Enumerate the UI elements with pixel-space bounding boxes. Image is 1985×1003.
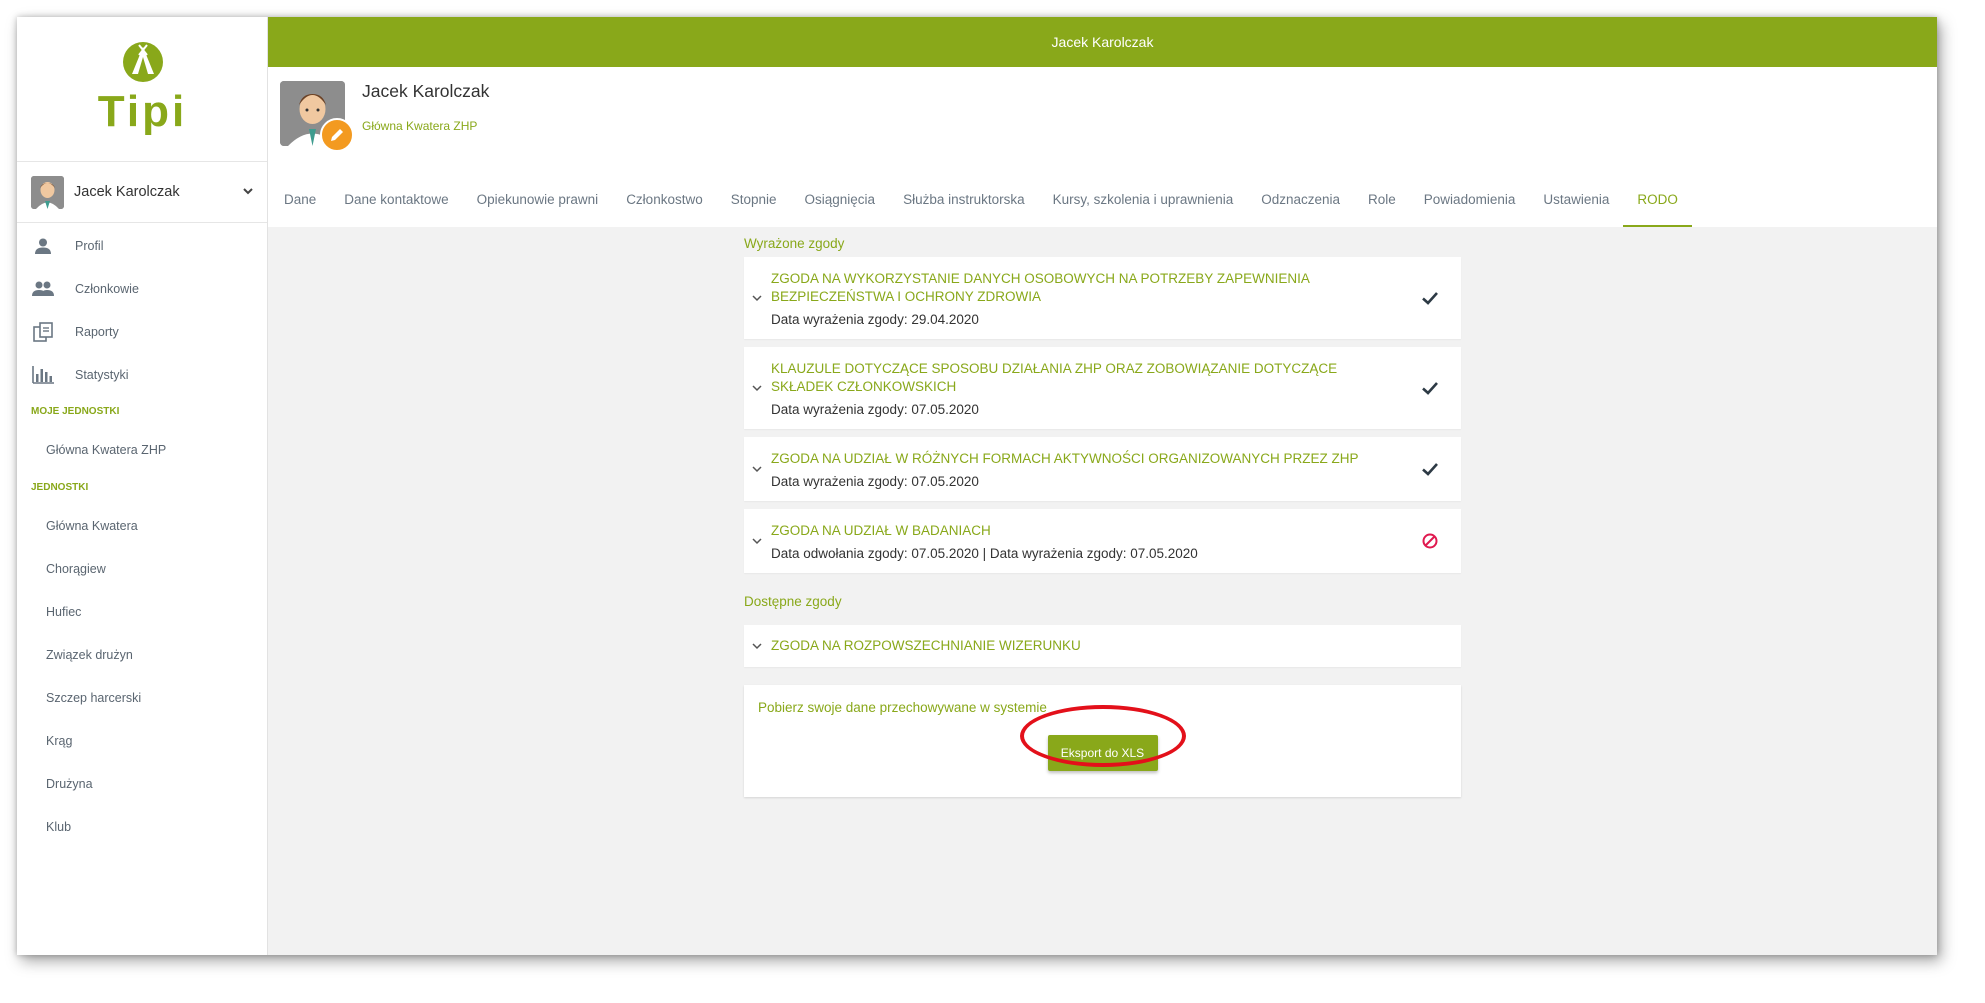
consent-title: ZGODA NA UDZIAŁ W BADANIACH [771, 523, 991, 538]
consent-date: Data wyrażenia zgody: 29.04.2020 [771, 312, 979, 327]
nav-item-label: Profil [75, 238, 104, 253]
tab-role[interactable]: Role [1354, 172, 1410, 227]
nav-item-profil[interactable]: Profil [17, 224, 267, 267]
unit-item[interactable]: Drużyna [17, 763, 267, 806]
unit-item[interactable]: Hufiec [17, 591, 267, 634]
check-icon [1422, 463, 1438, 476]
sidebar: Tipi Jacek Karolczak Profil Członkowie R… [17, 17, 268, 955]
tab-ustawienia[interactable]: Ustawienia [1529, 172, 1623, 227]
chevron-down-icon[interactable] [241, 184, 255, 198]
my-units-header: MOJE JEDNOSTKI [31, 406, 120, 417]
reports-icon [31, 320, 55, 344]
rodo-content: Wyrażone zgody ZGODA NA WYKORZYSTANIE DA… [744, 227, 1461, 797]
main-nav: Profil Członkowie Raporty Statystyki [17, 223, 267, 396]
export-button-wrapper: Eksport do XLS [1019, 705, 1186, 771]
tipi-logo-icon [123, 42, 163, 82]
tab-rodo[interactable]: RODO [1623, 172, 1692, 227]
export-description: Pobierz swoje dane przechowywane w syste… [758, 700, 1047, 715]
consent-item[interactable]: ZGODA NA ROZPOWSZECHNIANIE WIZERUNKU [744, 625, 1461, 667]
pencil-icon [331, 129, 343, 141]
tab-sluzba-instruktorska[interactable]: Służba instruktorska [889, 172, 1039, 227]
available-consents-title: Dostępne zgody [744, 594, 842, 609]
consent-date: Data wyrażenia zgody: 07.05.2020 [771, 474, 979, 489]
nav-item-statystyki[interactable]: Statystyki [17, 353, 267, 396]
app-window: Tipi Jacek Karolczak Profil Członkowie R… [17, 17, 1937, 955]
chevron-down-icon[interactable] [752, 384, 762, 392]
chevron-down-icon[interactable] [752, 537, 762, 545]
check-icon [1422, 292, 1438, 305]
profile-name: Jacek Karolczak [362, 81, 490, 101]
profile-unit-link[interactable]: Główna Kwatera ZHP [362, 119, 477, 133]
chevron-down-icon[interactable] [752, 642, 762, 650]
consent-item[interactable]: ZGODA NA UDZIAŁ W BADANIACH Data odwołan… [744, 509, 1461, 573]
edit-photo-button[interactable] [320, 118, 354, 152]
consent-date: Data wyrażenia zgody: 07.05.2020 [771, 402, 979, 417]
export-card: Pobierz swoje dane przechowywane w syste… [744, 685, 1461, 797]
tab-dane[interactable]: Dane [270, 172, 330, 227]
logo-text: Tipi [97, 87, 188, 136]
nav-item-label: Członkowie [75, 281, 139, 296]
chevron-down-icon[interactable] [752, 465, 762, 473]
avatar [31, 175, 64, 209]
tab-stopnie[interactable]: Stopnie [717, 172, 791, 227]
top-bar: Jacek Karolczak [268, 17, 1937, 67]
tab-dane-kontaktowe[interactable]: Dane kontaktowe [330, 172, 462, 227]
my-unit-item[interactable]: Główna Kwatera ZHP [17, 429, 267, 472]
consent-item[interactable]: KLAUZULE DOTYCZĄCE SPOSOBU DZIAŁANIA ZHP… [744, 347, 1461, 429]
bar-chart-icon [31, 363, 55, 387]
top-bar-title: Jacek Karolczak [1051, 34, 1154, 50]
profile-header: Jacek Karolczak Główna Kwatera ZHP Dane … [268, 67, 1937, 227]
unit-item[interactable]: Szczep harcerski [17, 677, 267, 720]
unit-item[interactable]: Krąg [17, 720, 267, 763]
export-xls-button[interactable]: Eksport do XLS [1047, 735, 1158, 771]
user-menu[interactable]: Jacek Karolczak [17, 162, 267, 223]
tab-osiagniecia[interactable]: Osiągnięcia [791, 172, 890, 227]
units-header: JEDNOSTKI [31, 482, 89, 493]
group-icon [31, 277, 55, 301]
consent-date: Data odwołania zgody: 07.05.2020 | Data … [771, 546, 1198, 561]
nav-item-label: Statystyki [75, 367, 129, 382]
logo[interactable]: Tipi [17, 17, 267, 162]
person-icon [31, 234, 55, 258]
tab-odznaczenia[interactable]: Odznaczenia [1247, 172, 1354, 227]
unit-item[interactable]: Klub [17, 806, 267, 849]
nav-item-czlonkowie[interactable]: Członkowie [17, 267, 267, 310]
tab-powiadomienia[interactable]: Powiadomienia [1410, 172, 1530, 227]
tab-kursy[interactable]: Kursy, szkolenia i uprawnienia [1039, 172, 1248, 227]
user-avatar-icon [31, 175, 64, 209]
nav-item-raporty[interactable]: Raporty [17, 310, 267, 353]
unit-item[interactable]: Związek drużyn [17, 634, 267, 677]
profile-tabs: Dane Dane kontaktowe Opiekunowie prawni … [268, 172, 1692, 227]
consent-item[interactable]: ZGODA NA WYKORZYSTANIE DANYCH OSOBOWYCH … [744, 257, 1461, 339]
given-consents-title: Wyrażone zgody [744, 236, 845, 251]
consent-item[interactable]: ZGODA NA UDZIAŁ W RÓŻNYCH FORMACH AKTYWN… [744, 437, 1461, 501]
nav-item-label: Raporty [75, 324, 119, 339]
check-icon [1422, 382, 1438, 395]
revoked-icon [1422, 533, 1438, 549]
unit-item[interactable]: Chorągiew [17, 548, 267, 591]
consent-title: KLAUZULE DOTYCZĄCE SPOSOBU DZIAŁANIA ZHP… [771, 361, 1338, 394]
user-menu-name: Jacek Karolczak [74, 184, 180, 200]
consent-title: ZGODA NA WYKORZYSTANIE DANYCH OSOBOWYCH … [771, 271, 1310, 304]
tab-czlonkostwo[interactable]: Członkostwo [612, 172, 717, 227]
unit-item[interactable]: Główna Kwatera [17, 505, 267, 548]
tab-opiekunowie-prawni[interactable]: Opiekunowie prawni [463, 172, 613, 227]
consent-title: ZGODA NA UDZIAŁ W RÓŻNYCH FORMACH AKTYWN… [771, 451, 1359, 466]
chevron-down-icon[interactable] [752, 294, 762, 302]
consent-title: ZGODA NA ROZPOWSZECHNIANIE WIZERUNKU [771, 638, 1081, 653]
